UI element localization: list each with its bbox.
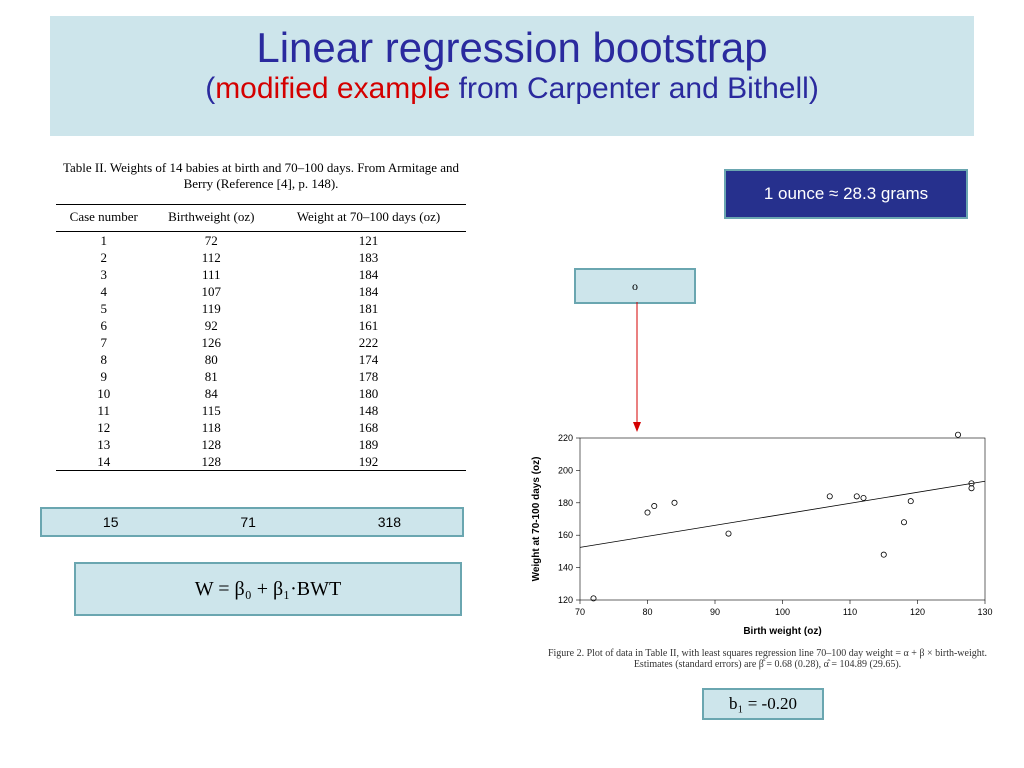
svg-text:160: 160: [558, 530, 573, 540]
baby-weight-table: Case number Birthweight (oz) Weight at 7…: [56, 204, 466, 471]
table-cell: 107: [152, 283, 271, 300]
table-cell: 11: [56, 402, 152, 419]
svg-text:Weight at 70-100 days (oz): Weight at 70-100 days (oz): [531, 457, 542, 582]
table-cell: 84: [152, 385, 271, 402]
regression-formula: W = β₀ + β₁·BWT: [74, 562, 462, 616]
svg-text:100: 100: [775, 607, 790, 617]
table-cell: 189: [271, 436, 466, 453]
table-cell: 1: [56, 232, 152, 250]
table-cell: 3: [56, 266, 152, 283]
table-cell: 184: [271, 266, 466, 283]
table-cell: 10: [56, 385, 152, 402]
slide-title: Linear regression bootstrap: [50, 24, 974, 72]
svg-text:80: 80: [642, 607, 652, 617]
col-birthweight: Birthweight (oz): [152, 205, 271, 232]
svg-text:130: 130: [977, 607, 992, 617]
subtitle-rest: from Carpenter and Bithell): [450, 72, 819, 105]
slide-subtitle: (modified example from Carpenter and Bit…: [50, 72, 974, 106]
table-cell: 14: [56, 453, 152, 471]
svg-text:120: 120: [910, 607, 925, 617]
table-cell: 7: [56, 334, 152, 351]
b1-estimate-box: b₁ = -0.20: [702, 688, 824, 720]
subtitle-red: modified example: [215, 72, 450, 105]
outlier-glyph: o: [632, 279, 638, 294]
table-cell: 183: [271, 249, 466, 266]
paren-open: (: [205, 72, 215, 105]
table-cell: 2: [56, 249, 152, 266]
table-cell: 112: [152, 249, 271, 266]
ounce-conversion-box: 1 ounce ≈ 28.3 grams: [724, 169, 968, 219]
formula-text: W = β₀ + β₁·BWT: [195, 578, 341, 601]
ounce-text: 1 ounce ≈ 28.3 grams: [764, 184, 928, 204]
svg-text:Birth weight (oz): Birth weight (oz): [743, 626, 821, 637]
b1-text: b₁ = -0.20: [729, 694, 797, 714]
table-cell: 9: [56, 368, 152, 385]
table-cell: 178: [271, 368, 466, 385]
table-cell: 4: [56, 283, 152, 300]
figure-caption: Figure 2. Plot of data in Table II, with…: [540, 648, 995, 670]
col-case: Case number: [56, 205, 152, 232]
col-weight70: Weight at 70–100 days (oz): [271, 205, 466, 232]
svg-text:90: 90: [710, 607, 720, 617]
outlier-point-box: o: [574, 268, 696, 304]
table-cell: 180: [271, 385, 466, 402]
table-cell: 161: [271, 317, 466, 334]
table-cell: 128: [152, 453, 271, 471]
title-block: Linear regression bootstrap (modified ex…: [50, 16, 974, 136]
extra-case: 15: [103, 514, 119, 530]
table-cell: 119: [152, 300, 271, 317]
table-cell: 80: [152, 351, 271, 368]
table-cell: 181: [271, 300, 466, 317]
extra-bwt: 71: [240, 514, 256, 530]
table-cell: 5: [56, 300, 152, 317]
table-cell: 8: [56, 351, 152, 368]
svg-text:120: 120: [558, 595, 573, 605]
svg-text:200: 200: [558, 465, 573, 475]
table-cell: 12: [56, 419, 152, 436]
table-cell: 13: [56, 436, 152, 453]
table-cell: 115: [152, 402, 271, 419]
table-cell: 126: [152, 334, 271, 351]
table-cell: 192: [271, 453, 466, 471]
svg-text:110: 110: [843, 607, 857, 617]
table-cell: 81: [152, 368, 271, 385]
table-cell: 118: [152, 419, 271, 436]
scatter-plot: 70 80 90 100 110 120 130 120 140 160 180 200 220 Birt…: [525, 430, 1000, 640]
arrow-to-plot: [632, 302, 634, 432]
table-caption: Table II. Weights of 14 babies at birth …: [56, 160, 466, 192]
extra-w70: 318: [378, 514, 401, 530]
svg-text:140: 140: [558, 563, 573, 573]
table-cell: 111: [152, 266, 271, 283]
table-cell: 184: [271, 283, 466, 300]
svg-text:180: 180: [558, 498, 573, 508]
table-cell: 121: [271, 232, 466, 250]
table-cell: 148: [271, 402, 466, 419]
table-cell: 92: [152, 317, 271, 334]
table-cell: 128: [152, 436, 271, 453]
added-row-15: 15 71 318: [40, 507, 464, 537]
table-cell: 72: [152, 232, 271, 250]
svg-text:220: 220: [558, 433, 573, 443]
table-cell: 6: [56, 317, 152, 334]
table-cell: 174: [271, 351, 466, 368]
table-cell: 168: [271, 419, 466, 436]
table-cell: 222: [271, 334, 466, 351]
svg-text:70: 70: [575, 607, 585, 617]
